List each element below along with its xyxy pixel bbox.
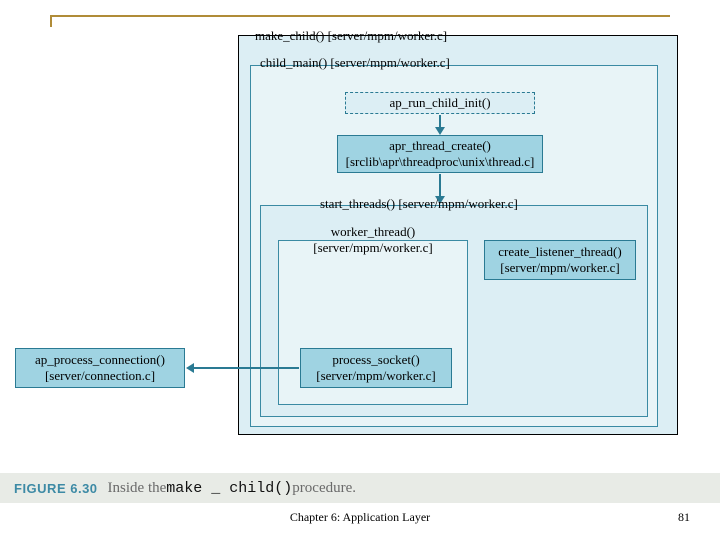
node-child-main-label: child_main() [server/mpm/worker.c] — [260, 55, 450, 71]
figure-number: FIGURE 6.30 — [14, 481, 98, 496]
node-ap-process-connection: ap_process_connection() [server/connecti… — [15, 348, 185, 388]
fn: apr_thread_create() — [389, 138, 491, 154]
fn: worker_thread() — [331, 224, 415, 240]
src: [server/mpm/worker.c] — [330, 55, 449, 70]
arrow-psock-to-approc — [193, 367, 299, 369]
fn: ap_process_connection() — [35, 352, 165, 368]
page-number: 81 — [678, 510, 690, 525]
diagram-container: make_child() [server/mpm/worker.c] child… — [0, 28, 720, 473]
fn: start_threads() — [320, 196, 395, 211]
chapter-label: Chapter 6: Application Layer — [0, 510, 720, 525]
node-start-threads-label: start_threads() [server/mpm/worker.c] — [320, 196, 518, 212]
fn: child_main() — [260, 55, 327, 70]
fn: create_listener_thread() — [498, 244, 621, 260]
src: [server/mpm/worker.c] — [328, 28, 447, 43]
caption-prefix: Inside the — [108, 480, 167, 497]
src: [server/connection.c] — [45, 368, 155, 384]
arrowhead-psock-to-approc — [186, 363, 194, 373]
node-worker-thread-src: [server/mpm/worker.c] — [298, 240, 448, 256]
src: [server/mpm/worker.c] — [316, 368, 435, 384]
figure-caption: FIGURE 6.30 Inside the make _ child() pr… — [0, 473, 720, 503]
node-make-child-label: make_child() [server/mpm/worker.c] — [255, 28, 447, 44]
caption-code: make _ child() — [166, 480, 292, 497]
fn: make_child() — [255, 28, 324, 43]
node-hook: ap_run_child_init() — [345, 92, 535, 114]
src: [srclib\apr\threadproc\unix\thread.c] — [346, 154, 535, 170]
slide-top-rule — [50, 15, 670, 27]
slide-footer: Chapter 6: Application Layer 81 — [0, 510, 720, 530]
fn: ap_run_child_init() — [389, 95, 490, 111]
node-process-socket: process_socket() [server/mpm/worker.c] — [300, 348, 452, 388]
arrowhead-hook-to-thread — [435, 127, 445, 135]
node-create-listener: create_listener_thread() [server/mpm/wor… — [484, 240, 636, 280]
src: [server/mpm/worker.c] — [500, 260, 619, 276]
src: [server/mpm/worker.c] — [398, 196, 517, 211]
node-worker-thread-fn: worker_thread() — [298, 224, 448, 240]
caption-suffix: procedure. — [292, 480, 356, 497]
fn: process_socket() — [332, 352, 419, 368]
arrow-thread-to-start — [439, 174, 441, 198]
node-apr-thread-create: apr_thread_create() [srclib\apr\threadpr… — [337, 135, 543, 173]
src: [server/mpm/worker.c] — [313, 240, 432, 256]
